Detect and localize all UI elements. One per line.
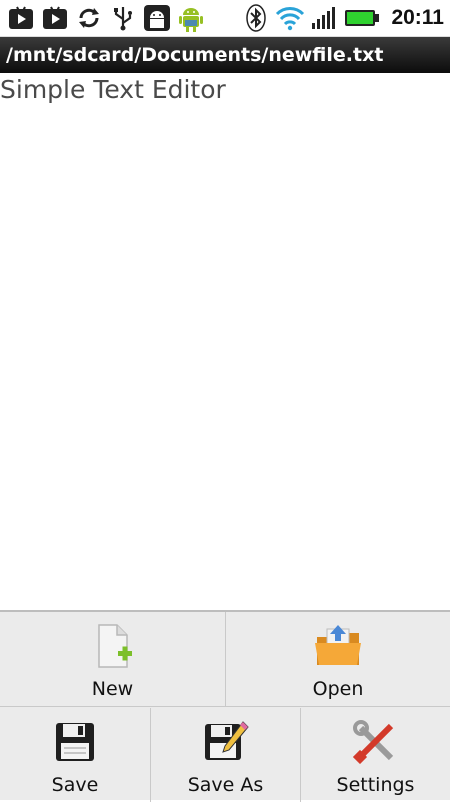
file-path: /mnt/sdcard/Documents/newfile.txt [6,44,384,66]
menu-item-label: Settings [336,774,415,796]
bluetooth-icon [241,4,271,32]
open-folder-icon [313,622,363,670]
editor-text[interactable]: Simple Text Editor [0,75,226,104]
options-menu-row: Save Save As Settings [0,708,450,802]
android-icon [176,4,206,32]
signal-icon [309,4,339,32]
menu-item-label: Save [51,774,99,796]
save-as-button[interactable]: Save As [150,708,300,802]
open-button[interactable]: Open [225,612,450,706]
status-bar: 20:11 [0,0,450,37]
save-as-icon [201,718,251,766]
clock: 20:11 [391,6,444,29]
menu-item-label: New [91,678,134,700]
menu-item-label: Save As [187,774,264,796]
android-debug-icon [142,4,172,32]
battery-icon [343,4,381,32]
title-bar: /mnt/sdcard/Documents/newfile.txt [0,37,450,73]
play-store-icon[interactable] [40,4,70,32]
save-icon [50,718,100,766]
settings-button[interactable]: Settings [300,708,450,802]
usb-icon [108,4,138,32]
play-store-icon[interactable] [6,4,36,32]
menu-item-label: Open [312,678,364,700]
save-button[interactable]: Save [0,708,150,802]
wifi-icon [275,4,305,32]
new-file-icon [88,622,138,670]
options-menu-row: New Open [0,612,450,707]
settings-icon [351,718,401,766]
new-button[interactable]: New [0,612,225,706]
sync-icon [74,4,104,32]
options-menu: New Open Save Save As Settings [0,610,450,802]
text-editor-area[interactable]: Simple Text Editor [0,73,450,610]
